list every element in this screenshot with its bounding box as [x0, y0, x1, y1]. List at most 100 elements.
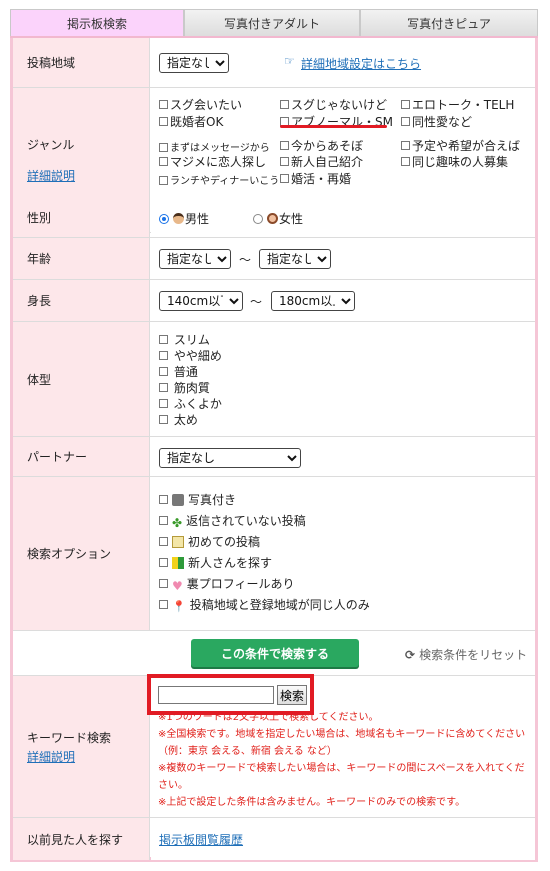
- keyword-note: ※全国検索です。地域を指定したい場合は、地域名もキーワードに含めてください: [158, 729, 526, 740]
- genre-help-link[interactable]: 詳細説明: [27, 167, 75, 184]
- checkbox[interactable]: [159, 415, 168, 424]
- genre-option[interactable]: まずはメッセージから: [159, 139, 270, 154]
- row-actions: この条件で検索する ⟳ 検索条件をリセット: [13, 631, 535, 676]
- genre-option[interactable]: 今からあそぼ: [280, 137, 363, 154]
- genre-option[interactable]: スグじゃないけど: [280, 96, 387, 113]
- genre-option[interactable]: マジメに恋人探し: [159, 153, 266, 170]
- refresh-icon: ⟳: [405, 648, 416, 662]
- row-history: 以前見た人を探す 掲示板閲覧履歴: [13, 818, 535, 860]
- checkbox[interactable]: [280, 174, 289, 183]
- checkbox[interactable]: [401, 141, 410, 150]
- height-to-select[interactable]: 180cm以上: [271, 291, 355, 311]
- genre-option[interactable]: 予定や希望が合えば: [401, 137, 520, 154]
- genre-option[interactable]: 同性愛など: [401, 113, 472, 130]
- keyword-label: キーワード検索: [27, 730, 112, 745]
- checkbox[interactable]: [280, 141, 289, 150]
- row-body-type: 体型 スリム やや細め 普通 筋肉質 ふくよか 太め: [13, 322, 535, 437]
- beginner-mark-icon: [172, 556, 184, 569]
- checkbox[interactable]: [159, 600, 168, 609]
- genre-option[interactable]: スグ会いたい: [159, 96, 242, 113]
- genre-label: ジャンル: [27, 138, 75, 152]
- checkbox[interactable]: [159, 383, 168, 392]
- male-face-icon: [173, 213, 184, 224]
- frame-bottom: [10, 860, 538, 862]
- gender-option-male[interactable]: 男性: [159, 210, 209, 227]
- body-option[interactable]: 筋肉質: [159, 379, 210, 396]
- checkbox[interactable]: [159, 537, 168, 546]
- partner-label: パートナー: [13, 437, 150, 476]
- age-from-select[interactable]: 指定なし: [159, 249, 231, 269]
- genre-option[interactable]: エロトーク・TELH: [401, 96, 514, 113]
- highlight-box: [147, 674, 314, 715]
- genre-option[interactable]: 新人自己紹介: [280, 153, 363, 170]
- range-separator: ～: [239, 253, 252, 267]
- checkbox[interactable]: [159, 399, 168, 408]
- option-unreplied[interactable]: ✤ 返信されていない投稿: [159, 512, 306, 530]
- row-partner: パートナー 指定なし: [13, 437, 535, 477]
- body-option[interactable]: ふくよか: [159, 395, 222, 412]
- genre-option[interactable]: 同じ趣味の人募集: [401, 153, 508, 170]
- search-options-label: 検索オプション: [13, 477, 150, 630]
- tab-photo-pure[interactable]: 写真付きピュア: [360, 9, 538, 37]
- history-link[interactable]: 掲示板閲覧履歴: [159, 831, 243, 848]
- area-select[interactable]: 指定なし: [159, 53, 229, 73]
- area-label: 投稿地域: [13, 38, 150, 87]
- body-option[interactable]: 普通: [159, 363, 198, 380]
- body-option[interactable]: スリム: [159, 331, 210, 348]
- body-option[interactable]: やや細め: [159, 347, 222, 364]
- history-label: 以前見た人を探す: [13, 818, 150, 860]
- option-secret-profile[interactable]: ♥ 裏プロフィールあり: [159, 575, 295, 593]
- option-photo[interactable]: 写真付き: [159, 491, 236, 508]
- gender-label: 性別: [13, 198, 150, 237]
- checkbox[interactable]: [280, 157, 289, 166]
- checkbox[interactable]: [401, 157, 410, 166]
- checkbox[interactable]: [159, 142, 168, 152]
- keyword-note: さい。: [158, 780, 188, 791]
- row-search-options: 検索オプション 写真付き ✤ 返信されていない投稿 初めての投稿 新人さんを探す …: [13, 477, 535, 631]
- camera-icon: [172, 493, 184, 506]
- checkbox[interactable]: [159, 157, 168, 166]
- body-option[interactable]: 太め: [159, 411, 198, 428]
- memo-icon: [172, 535, 184, 548]
- option-same-area[interactable]: 📍 投稿地域と登録地域が同じ人のみ: [159, 596, 370, 613]
- row-age: 年齢 指定なし ～ 指定なし: [13, 238, 535, 280]
- keyword-label-cell: キーワード検索 詳細説明: [13, 676, 150, 817]
- checkbox[interactable]: [401, 117, 410, 126]
- gender-option-female[interactable]: 女性: [253, 210, 303, 227]
- checkbox[interactable]: [280, 100, 289, 109]
- radio[interactable]: [253, 213, 263, 224]
- genre-option[interactable]: 婚活・再婚: [280, 170, 351, 187]
- row-height: 身長 140cm以下 ～ 180cm以上: [13, 280, 535, 322]
- height-from-select[interactable]: 140cm以下: [159, 291, 243, 311]
- pin-icon: 📍: [172, 599, 186, 613]
- genre-option[interactable]: ランチやディナーいこう: [159, 172, 279, 187]
- area-detail-link[interactable]: 詳細地域設定はこちら: [301, 55, 421, 72]
- keyword-note: ※上記で設定した条件は含みません。キーワードのみでの検索です。: [158, 797, 466, 808]
- checkbox[interactable]: [401, 100, 410, 109]
- search-submit-button[interactable]: この条件で検索する: [191, 639, 359, 667]
- row-gender: 性別 男性 女性: [13, 198, 535, 238]
- checkbox[interactable]: [159, 175, 168, 185]
- checkbox[interactable]: [159, 579, 168, 588]
- partner-select[interactable]: 指定なし: [159, 448, 301, 468]
- tab-photo-adult[interactable]: 写真付きアダルト: [184, 9, 360, 37]
- search-form: 投稿地域 指定なし ☞ 詳細地域設定はこちら ジャンル 詳細説明 スグ会いたい …: [10, 38, 538, 860]
- checkbox[interactable]: [159, 495, 168, 504]
- option-newcomer[interactable]: 新人さんを探す: [159, 554, 272, 571]
- checkbox[interactable]: [159, 117, 168, 126]
- genre-option[interactable]: 既婚者OK: [159, 113, 223, 130]
- reset-link[interactable]: ⟳ 検索条件をリセット: [405, 646, 527, 663]
- checkbox[interactable]: [159, 351, 168, 360]
- checkbox[interactable]: [159, 558, 168, 567]
- keyword-help-link[interactable]: 詳細説明: [27, 748, 111, 765]
- checkbox[interactable]: [159, 367, 168, 376]
- checkbox[interactable]: [159, 516, 168, 525]
- tab-board-search[interactable]: 掲示板検索: [10, 9, 184, 37]
- range-separator: ～: [250, 295, 263, 309]
- age-to-select[interactable]: 指定なし: [259, 249, 331, 269]
- radio-selected[interactable]: [159, 213, 169, 224]
- checkbox[interactable]: [159, 335, 168, 344]
- clover-icon: ✤: [172, 515, 183, 530]
- checkbox[interactable]: [159, 100, 168, 109]
- option-first-post[interactable]: 初めての投稿: [159, 533, 260, 550]
